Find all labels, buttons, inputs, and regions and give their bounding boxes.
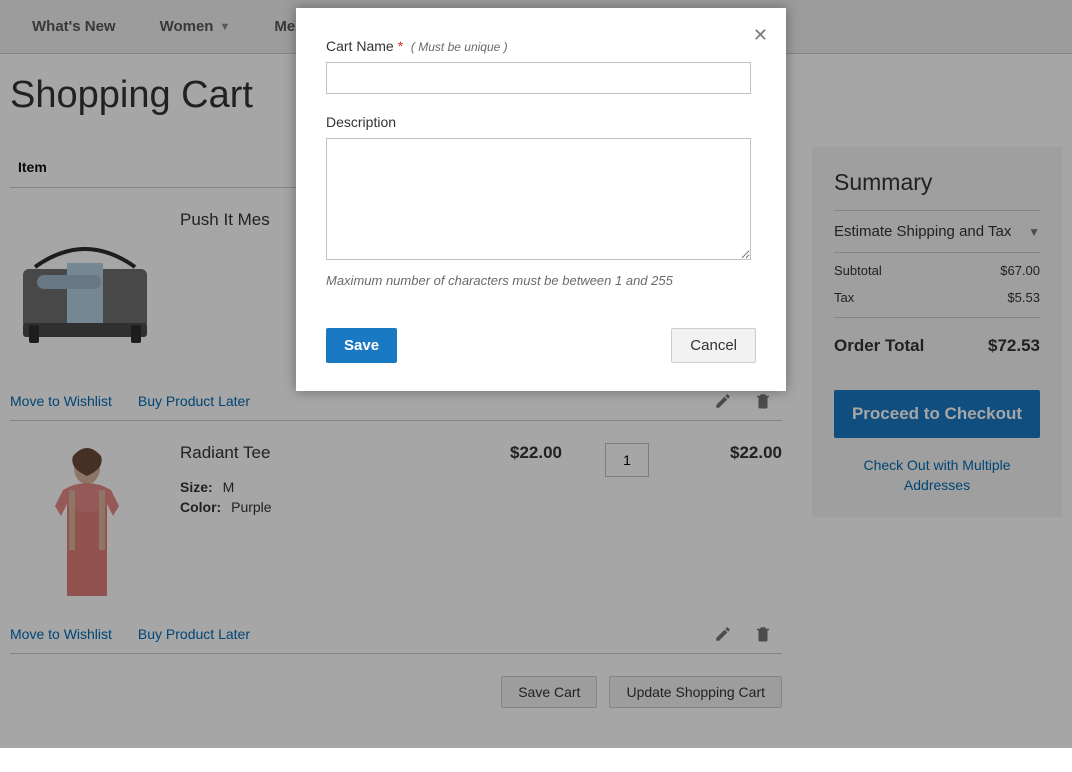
cancel-button[interactable]: Cancel — [671, 328, 756, 363]
save-cart-modal: ✕ Cart Name * ( Must be unique ) Descrip… — [296, 8, 786, 391]
close-icon[interactable]: ✕ — [753, 26, 768, 44]
cart-name-label: Cart Name * ( Must be unique ) — [326, 38, 756, 54]
save-button[interactable]: Save — [326, 328, 397, 363]
description-label: Description — [326, 114, 756, 130]
cart-name-input[interactable] — [326, 62, 751, 94]
description-textarea[interactable] — [326, 138, 751, 260]
char-limit-note: Maximum number of characters must be bet… — [326, 273, 756, 288]
